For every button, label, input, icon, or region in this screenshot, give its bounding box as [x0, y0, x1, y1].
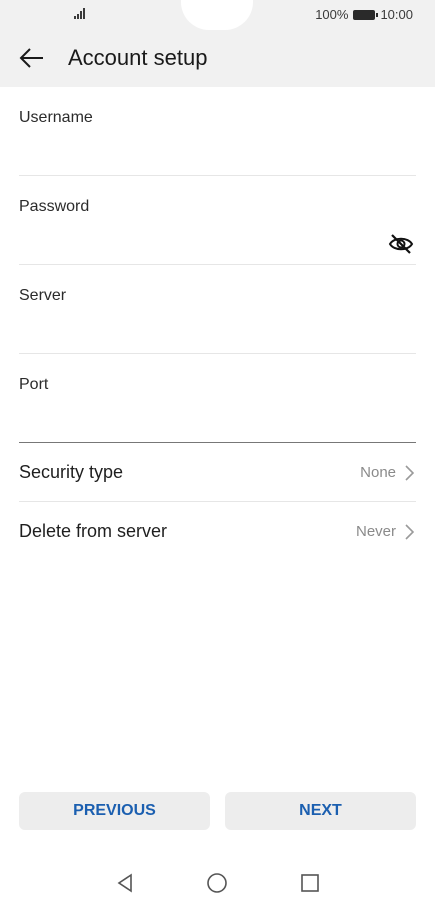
- square-recents-icon[interactable]: [299, 872, 321, 894]
- battery-icon: [353, 9, 379, 20]
- server-field: Server: [19, 265, 416, 354]
- username-input[interactable]: [19, 133, 379, 165]
- port-field: Port: [19, 354, 416, 443]
- delete-from-server-value: Never: [355, 523, 396, 540]
- page-title: Account setup: [68, 45, 208, 70]
- circle-home-icon[interactable]: [206, 872, 228, 894]
- status-bar: 100% 10:00: [0, 0, 435, 30]
- server-input[interactable]: [19, 311, 379, 343]
- delete-from-server-label: Delete from server: [19, 521, 168, 541]
- username-field: Username: [19, 87, 416, 176]
- app-header: Account setup: [0, 30, 435, 87]
- password-label: Password: [19, 198, 90, 215]
- status-right: 100% 10:00: [315, 7, 413, 22]
- chevron-right-icon: [405, 465, 414, 481]
- delete-from-server-row[interactable]: Delete from server Never: [19, 502, 416, 561]
- status-time: 10:00: [380, 7, 413, 22]
- next-button[interactable]: NEXT: [225, 792, 416, 830]
- signal-icon: [74, 8, 85, 19]
- previous-button[interactable]: PREVIOUS: [19, 792, 210, 830]
- eye-off-icon[interactable]: [388, 233, 414, 255]
- navigation-bar: [0, 858, 435, 904]
- security-type-value: None: [360, 464, 396, 481]
- battery-percent: 100%: [315, 7, 349, 22]
- username-label: Username: [19, 109, 93, 126]
- arrow-left-icon: [19, 48, 43, 68]
- server-label: Server: [19, 287, 67, 304]
- security-type-row[interactable]: Security type None: [19, 443, 416, 502]
- security-type-label: Security type: [19, 462, 124, 482]
- password-field: Password: [19, 176, 416, 265]
- back-button[interactable]: [12, 42, 52, 74]
- port-label: Port: [19, 376, 49, 393]
- port-input[interactable]: [19, 400, 379, 432]
- chevron-right-icon: [405, 524, 414, 540]
- top-bar: 100% 10:00 Account setup: [0, 0, 435, 87]
- triangle-back-icon[interactable]: [114, 872, 136, 894]
- password-input[interactable]: [19, 222, 379, 254]
